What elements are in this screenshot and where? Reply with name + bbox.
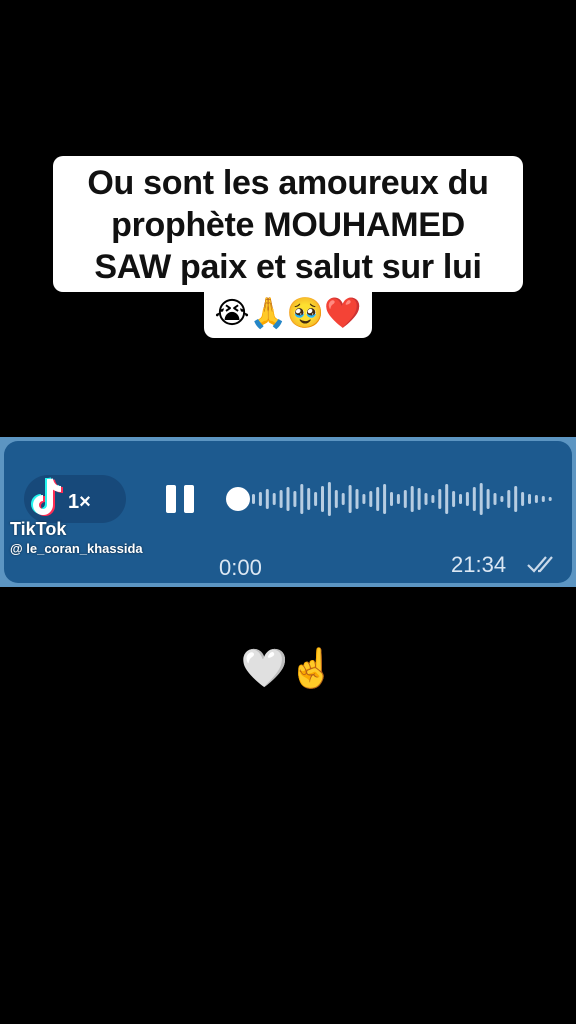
waveform-bar — [465, 492, 469, 506]
voice-message-bubble: 1× 0:00 21:34 — [0, 437, 576, 587]
waveform-bar — [507, 490, 511, 508]
audio-waveform[interactable] — [222, 477, 552, 521]
waveform-bar — [424, 493, 428, 505]
waveform-bar — [431, 495, 435, 503]
elapsed-time: 0:00 — [219, 555, 262, 580]
caption-emoji: 😭🙏🥹❤️ — [204, 290, 372, 338]
waveform-bar — [362, 494, 366, 504]
reply-emoji: 🤍☝️ — [240, 648, 336, 690]
waveform-bar — [417, 488, 421, 510]
waveform-bar — [334, 490, 338, 508]
pause-button[interactable] — [160, 481, 200, 517]
waveform-bar — [452, 491, 456, 507]
waveform-bar — [279, 490, 283, 508]
waveform-bar — [493, 493, 497, 505]
waveform-bar — [348, 485, 352, 513]
waveform-bar — [355, 489, 359, 509]
waveform-bar — [396, 494, 400, 504]
playback-speed-label: 1× — [68, 491, 91, 513]
waveform-bar — [252, 494, 255, 504]
pause-icon — [166, 485, 176, 513]
double-check-icon — [527, 556, 553, 573]
waveform-bar — [459, 494, 462, 504]
caption-line-1: Ou sont les amoureux du — [87, 164, 489, 202]
caption-text-box: Ou sont les amoureux du prophète MOUHAME… — [53, 156, 523, 292]
waveform-bar — [300, 484, 304, 514]
caption-line-3: SAW paix et salut sur lui — [94, 248, 482, 286]
waveform-bar — [272, 493, 276, 505]
waveform-bar — [514, 486, 518, 512]
waveform-bar — [486, 489, 490, 509]
waveform-bar — [286, 487, 290, 511]
pause-icon-bar — [184, 485, 194, 513]
waveform-bar — [534, 495, 538, 503]
waveform-bar — [445, 484, 449, 514]
waveform-bar — [327, 482, 331, 516]
waveform-bar — [528, 494, 531, 504]
waveform-bar — [307, 488, 311, 510]
waveform-bar — [293, 491, 297, 507]
waveform-bar — [438, 489, 442, 509]
waveform-bar — [548, 497, 552, 501]
waveform-bar — [390, 492, 393, 506]
waveform-bar — [500, 496, 504, 502]
waveform-bar — [541, 496, 545, 502]
tiktok-watermark-name: TikTok — [10, 519, 67, 539]
waveform-bar — [341, 493, 345, 505]
waveform-bar — [321, 486, 324, 512]
caption-line-2: prophète MOUHAMED — [111, 206, 465, 244]
waveform-bar — [376, 487, 380, 511]
caption-overlay: Ou sont les amoureux du prophète MOUHAME… — [0, 156, 576, 338]
waveform-bar — [472, 487, 476, 511]
waveform-bar — [410, 486, 414, 512]
tiktok-watermark-handle: @ le_coran_khassida — [10, 541, 143, 556]
waveform-bar — [383, 484, 387, 514]
playhead-knob[interactable] — [226, 487, 250, 511]
tiktok-icon — [31, 477, 64, 516]
waveform-bar — [258, 492, 262, 506]
waveform-bar — [314, 492, 318, 506]
waveform-bar — [521, 492, 525, 506]
waveform-bar — [265, 489, 269, 509]
voice-message-body: 1× 0:00 21:34 — [4, 441, 572, 583]
sent-time: 21:34 — [451, 552, 507, 577]
waveform-bar — [479, 483, 483, 515]
waveform-bar — [369, 491, 373, 507]
waveform-bar — [403, 490, 407, 508]
